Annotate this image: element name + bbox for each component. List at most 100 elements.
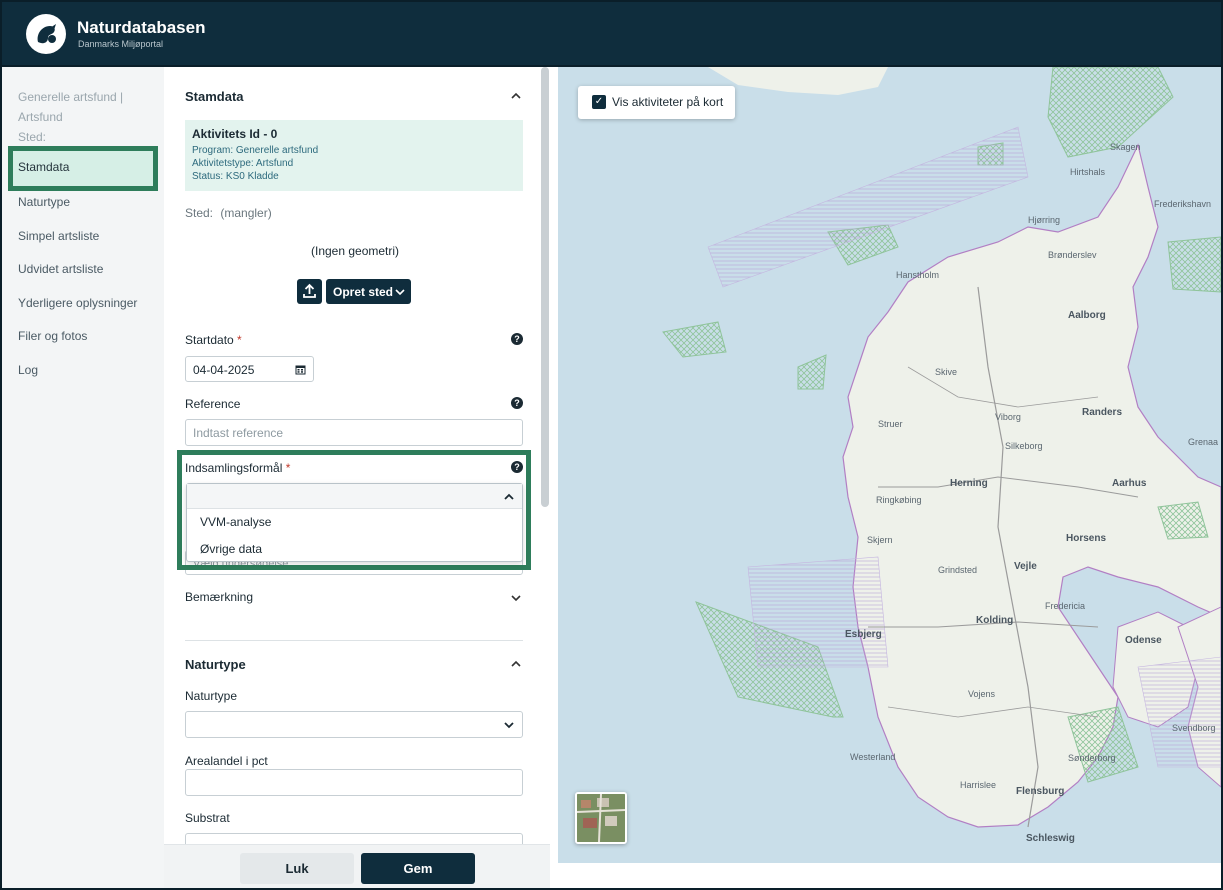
map-place: Frederikshavn bbox=[1154, 199, 1212, 209]
activity-type: Aktivitetstype: Artsfund bbox=[192, 158, 294, 169]
sidebar-item-udvidet-artsliste[interactable]: Udvidet artsliste bbox=[18, 262, 103, 276]
close-button[interactable]: Luk bbox=[240, 853, 354, 884]
sidebar-item-yderligere-oplysninger[interactable]: Yderligere oplysninger bbox=[18, 296, 137, 310]
map-city: Herning bbox=[950, 478, 988, 489]
sidebar-item-stamdata[interactable]: Stamdata bbox=[8, 146, 158, 191]
sidebar-item-label: Stamdata bbox=[18, 160, 70, 174]
app-header: Naturdatabasen Danmarks Miljøportal bbox=[0, 0, 1223, 67]
map-city: Flensburg bbox=[1016, 786, 1065, 797]
map-city: Vejle bbox=[1014, 561, 1037, 572]
show-activities-toggle[interactable]: ✓ Vis aktiviteter på kort bbox=[578, 86, 735, 119]
required-mark: * bbox=[237, 333, 242, 347]
map-place: Viborg bbox=[995, 412, 1021, 422]
show-activities-label: Vis aktiviteter på kort bbox=[612, 95, 724, 109]
create-place-button[interactable]: Opret sted bbox=[326, 279, 411, 304]
map-place: Sønderborg bbox=[1068, 753, 1116, 763]
chevron-down-icon bbox=[504, 722, 514, 729]
map-city: Horsens bbox=[1066, 533, 1107, 544]
geometry-status: (Ingen geometri) bbox=[311, 244, 400, 258]
upload-button[interactable] bbox=[297, 279, 322, 304]
map-place: Harrislee bbox=[960, 780, 997, 790]
app-subtitle: Danmarks Miljøportal bbox=[78, 39, 164, 49]
sted-label: Sted: bbox=[185, 206, 214, 220]
map-place: Skagen bbox=[1110, 142, 1141, 152]
sidebar: Generelle artsfund | Artsfund Sted: Stam… bbox=[2, 67, 164, 890]
sted-value: (mangler) bbox=[220, 206, 272, 220]
chevron-up-icon[interactable] bbox=[509, 657, 523, 671]
bird-logo-icon[interactable] bbox=[26, 14, 66, 54]
create-place-label: Opret sted bbox=[333, 285, 394, 299]
purpose-dropdown[interactable]: VVM-analyse Øvrige data bbox=[186, 483, 523, 562]
activity-status: Status: KS0 Kladde bbox=[192, 171, 279, 182]
map-bottom-strip bbox=[558, 863, 1221, 890]
substrat-label: Substrat bbox=[185, 811, 230, 825]
reference-input[interactable]: Indtast reference bbox=[185, 419, 523, 446]
context-line: Sted: bbox=[18, 130, 47, 144]
startdato-label: Startdato * bbox=[185, 333, 242, 347]
map-city: Randers bbox=[1082, 407, 1123, 418]
app-title[interactable]: Naturdatabasen bbox=[77, 18, 205, 38]
startdato-text: Startdato bbox=[185, 333, 234, 347]
map-city: Odense bbox=[1125, 635, 1162, 646]
chevron-up-icon bbox=[504, 493, 514, 500]
naturtype-label: Naturtype bbox=[185, 689, 238, 703]
map-place: Ringkøbing bbox=[876, 495, 922, 505]
map-place: Struer bbox=[878, 419, 903, 429]
map-place: Grindsted bbox=[938, 565, 978, 575]
map-place: Skjern bbox=[867, 535, 893, 545]
sidebar-item-log[interactable]: Log bbox=[18, 363, 38, 377]
checkbox-checked-icon[interactable]: ✓ bbox=[592, 95, 606, 109]
activity-id: Aktivitets Id - 0 bbox=[192, 127, 278, 141]
map-place: Hanstholm bbox=[896, 270, 940, 280]
chevron-down-icon[interactable] bbox=[509, 591, 523, 605]
purpose-select-head[interactable] bbox=[187, 484, 522, 509]
startdato-value: 04-04-2025 bbox=[193, 363, 255, 377]
map-city: Schleswig bbox=[1026, 833, 1075, 844]
map-place: Westerland bbox=[850, 752, 896, 762]
map-place: Svendborg bbox=[1172, 723, 1216, 733]
area-input[interactable] bbox=[185, 769, 523, 796]
satellite-layer-button[interactable] bbox=[575, 792, 627, 844]
chevron-up-icon[interactable] bbox=[509, 89, 523, 103]
section-title-naturtype: Naturtype bbox=[185, 657, 246, 672]
map-place: Grenaa bbox=[1188, 437, 1219, 447]
context-line: Generelle artsfund | bbox=[18, 90, 124, 104]
form-scrollbar[interactable] bbox=[541, 67, 549, 507]
area-label: Arealandel i pct bbox=[185, 754, 268, 768]
map-place: Vojens bbox=[968, 689, 996, 699]
map-city: Kolding bbox=[976, 615, 1014, 626]
sidebar-item-simpel-artsliste[interactable]: Simpel artsliste bbox=[18, 229, 99, 243]
sidebar-item-filer-og-fotos[interactable]: Filer og fotos bbox=[18, 329, 87, 343]
map-place: Hirtshals bbox=[1070, 167, 1106, 177]
map-place: Hjørring bbox=[1028, 215, 1061, 225]
dropdown-option[interactable]: VVM-analyse bbox=[200, 515, 271, 529]
help-icon[interactable]: ? bbox=[511, 397, 523, 409]
section-title-stamdata: Stamdata bbox=[185, 89, 244, 104]
map-canvas bbox=[662, 67, 1221, 828]
sidebar-item-naturtype[interactable]: Naturtype bbox=[18, 195, 70, 209]
startdato-input[interactable]: 04-04-2025 bbox=[185, 356, 314, 382]
save-button[interactable]: Gem bbox=[361, 853, 475, 884]
sted-field: Sted: (mangler) bbox=[185, 206, 272, 220]
satellite-thumbnail-icon bbox=[577, 794, 625, 842]
map-place: Skive bbox=[935, 367, 958, 377]
help-icon[interactable]: ? bbox=[511, 333, 523, 345]
calendar-icon[interactable] bbox=[295, 364, 306, 375]
activity-program: Program: Generelle artsfund bbox=[192, 145, 319, 156]
map-city: Aarhus bbox=[1112, 478, 1147, 489]
map-place: Silkeborg bbox=[1005, 441, 1043, 451]
remark-label: Bemærkning bbox=[185, 590, 254, 604]
section-divider bbox=[185, 640, 523, 641]
chevron-down-icon bbox=[395, 289, 405, 296]
naturtype-select[interactable] bbox=[185, 711, 523, 738]
sidebar-context: Generelle artsfund | Artsfund Sted: bbox=[18, 87, 148, 147]
context-line: Artsfund bbox=[18, 110, 63, 124]
map-place: Fredericia bbox=[1045, 601, 1086, 611]
map-city: Aalborg bbox=[1068, 310, 1106, 321]
activity-info-box: Aktivitets Id - 0 Program: Generelle art… bbox=[185, 120, 523, 191]
dropdown-option[interactable]: Øvrige data bbox=[200, 542, 262, 556]
map-city: Esbjerg bbox=[845, 629, 882, 640]
map-view[interactable]: Skagen Hirtshals Frederikshavn Hjørring … bbox=[558, 67, 1221, 863]
upload-icon bbox=[303, 283, 316, 298]
form-footer: Luk Gem bbox=[164, 844, 550, 890]
